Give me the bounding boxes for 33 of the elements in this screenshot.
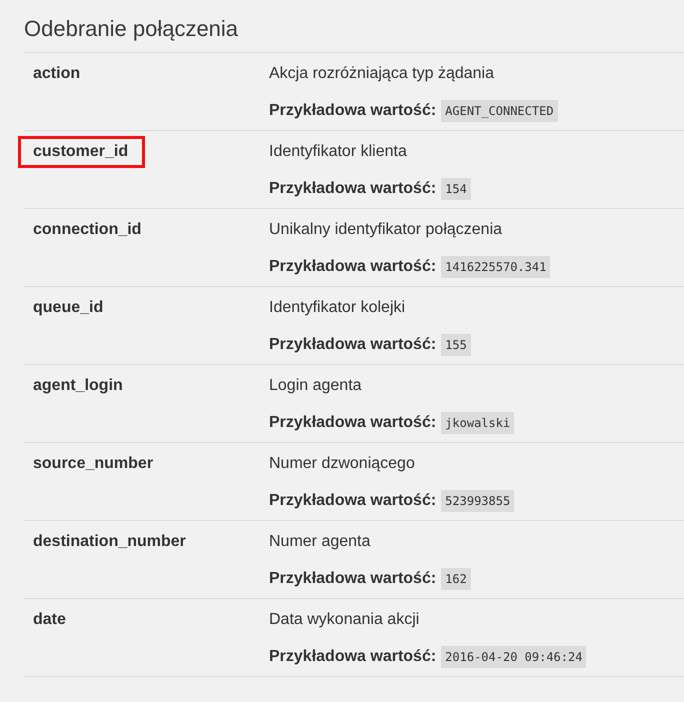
- parameter-description: Identyfikator kolejki: [269, 298, 406, 318]
- example-value: 523993855: [441, 490, 514, 512]
- example-label: Przykładowa wartość:: [269, 336, 436, 354]
- example-value: 2016-04-20 09:46:24: [441, 646, 586, 668]
- example-value: 155: [441, 334, 471, 356]
- example-label: Przykładowa wartość:: [269, 102, 436, 120]
- parameter-description: Numer agenta: [269, 532, 372, 552]
- example-label: Przykładowa wartość:: [269, 180, 436, 198]
- parameter-description: Login agenta: [269, 376, 363, 396]
- example-value: 154: [441, 178, 471, 200]
- parameter-name: source_number: [32, 454, 154, 474]
- example-label: Przykładowa wartość:: [269, 414, 436, 432]
- parameter-name: action: [32, 64, 82, 84]
- parameter-name: agent_login: [32, 376, 124, 396]
- example-label: Przykładowa wartość:: [269, 258, 436, 276]
- section-title: Odebranie połączenia: [24, 15, 240, 43]
- parameter-description: Numer dzwoniącego: [269, 454, 416, 474]
- parameter-description: Identyfikator klienta: [269, 142, 408, 162]
- parameter-name: destination_number: [32, 532, 187, 552]
- parameter-description: Unikalny identyfikator połączenia: [269, 220, 504, 240]
- parameter-name: queue_id: [32, 298, 104, 318]
- parameter-name: connection_id: [32, 220, 142, 240]
- example-label: Przykładowa wartość:: [269, 492, 436, 510]
- parameter-name: customer_id: [18, 136, 146, 168]
- parameter-description: Data wykonania akcji: [269, 610, 420, 630]
- example-label: Przykładowa wartość:: [269, 648, 436, 666]
- parameter-name: date: [32, 610, 67, 630]
- example-label: Przykładowa wartość:: [269, 570, 436, 588]
- parameter-description: Akcja rozróżniająca typ żądania: [269, 64, 496, 84]
- example-value: 1416225570.341: [441, 256, 550, 278]
- example-value: 162: [441, 568, 471, 590]
- example-value: AGENT_CONNECTED: [441, 100, 558, 122]
- example-value: jkowalski: [441, 412, 514, 434]
